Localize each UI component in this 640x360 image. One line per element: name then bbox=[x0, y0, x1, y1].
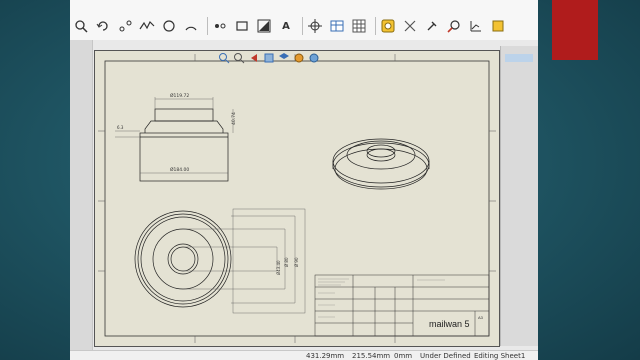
undo-icon[interactable] bbox=[94, 17, 112, 35]
front-flange bbox=[144, 120, 224, 133]
display-style-icon[interactable] bbox=[293, 52, 305, 64]
toolbar-separator bbox=[375, 17, 376, 35]
fill-icon[interactable] bbox=[255, 17, 273, 35]
status-y-coordinate: 215.54mm bbox=[352, 352, 391, 360]
text-icon[interactable]: A bbox=[277, 17, 295, 35]
heads-up-toolbar bbox=[218, 50, 323, 66]
previous-view-icon[interactable] bbox=[248, 52, 260, 64]
feature-tree-strip bbox=[70, 40, 93, 350]
zoom-area-icon[interactable] bbox=[233, 52, 245, 64]
status-bar: 431.29mm 215.54mm 0mm Under Defined Edit… bbox=[70, 350, 538, 360]
dim-circle-3: Ø 90 bbox=[294, 257, 299, 267]
dim-circle-1: Ø43.40 bbox=[276, 260, 281, 275]
hide-show-icon[interactable] bbox=[308, 52, 320, 64]
pin-icon[interactable] bbox=[423, 17, 441, 35]
chart-icon[interactable] bbox=[467, 17, 485, 35]
settings-icon[interactable] bbox=[489, 17, 507, 35]
title-block-fineprint bbox=[318, 278, 445, 318]
dim-height: 40.74 bbox=[231, 112, 237, 125]
spline-icon[interactable] bbox=[138, 17, 156, 35]
view-orientation-icon[interactable] bbox=[278, 52, 290, 64]
section-view-icon[interactable] bbox=[263, 52, 275, 64]
dim-top-diameter: Ø119.72 bbox=[170, 92, 189, 99]
drawing-svg: Ø119.72 Ø184.00 40.74 6.3 Ø43.40 Ø 80 Ø … bbox=[98, 54, 496, 343]
status-editing: Editing Sheet1 bbox=[474, 352, 526, 360]
arc-icon[interactable] bbox=[182, 17, 200, 35]
accent-bar bbox=[552, 0, 598, 60]
table-icon[interactable] bbox=[328, 17, 346, 35]
status-sketch-state: Under Defined bbox=[420, 352, 471, 360]
target-icon[interactable] bbox=[306, 17, 324, 35]
dim-base-diameter: Ø184.00 bbox=[170, 166, 189, 173]
drawing-sheet[interactable]: Ø119.72 Ø184.00 40.74 6.3 Ø43.40 Ø 80 Ø … bbox=[94, 50, 500, 347]
dim-side-small: 6.3 bbox=[117, 125, 124, 130]
stamp-icon[interactable] bbox=[401, 17, 419, 35]
status-z-coordinate: 0mm bbox=[394, 352, 413, 360]
search-icon[interactable] bbox=[445, 17, 463, 35]
isometric-view bbox=[332, 138, 430, 190]
zoom-to-fit-icon[interactable] bbox=[218, 52, 230, 64]
toolbar: A bbox=[70, 0, 538, 41]
circle-icon[interactable] bbox=[160, 17, 178, 35]
front-base bbox=[139, 132, 229, 182]
front-dimension-lines bbox=[115, 97, 234, 174]
top-view bbox=[134, 210, 232, 308]
task-pane-tab[interactable] bbox=[505, 54, 533, 62]
toolbar-row: A bbox=[72, 14, 511, 38]
toolbar-separator bbox=[207, 17, 208, 35]
sheet-code: A3 bbox=[478, 315, 484, 320]
grid-icon[interactable] bbox=[350, 17, 368, 35]
toolbar-separator bbox=[302, 17, 303, 35]
dim-circle-2: Ø 80 bbox=[284, 257, 289, 267]
status-x-coordinate: 431.29mm bbox=[306, 352, 345, 360]
cad-window: A Ø119.72 Ø184.00 40.74 6.3 Ø43.40 Ø 80 … bbox=[70, 0, 538, 360]
sheet-border bbox=[104, 60, 490, 337]
balloon-icon[interactable] bbox=[379, 17, 397, 35]
front-top bbox=[154, 108, 214, 122]
zoom-icon[interactable] bbox=[72, 17, 90, 35]
sketch-icon[interactable] bbox=[116, 17, 134, 35]
drawing-title: mailwan 5 bbox=[429, 319, 470, 329]
task-pane bbox=[500, 46, 538, 346]
point-icon[interactable] bbox=[211, 17, 229, 35]
rectangle-icon[interactable] bbox=[233, 17, 251, 35]
